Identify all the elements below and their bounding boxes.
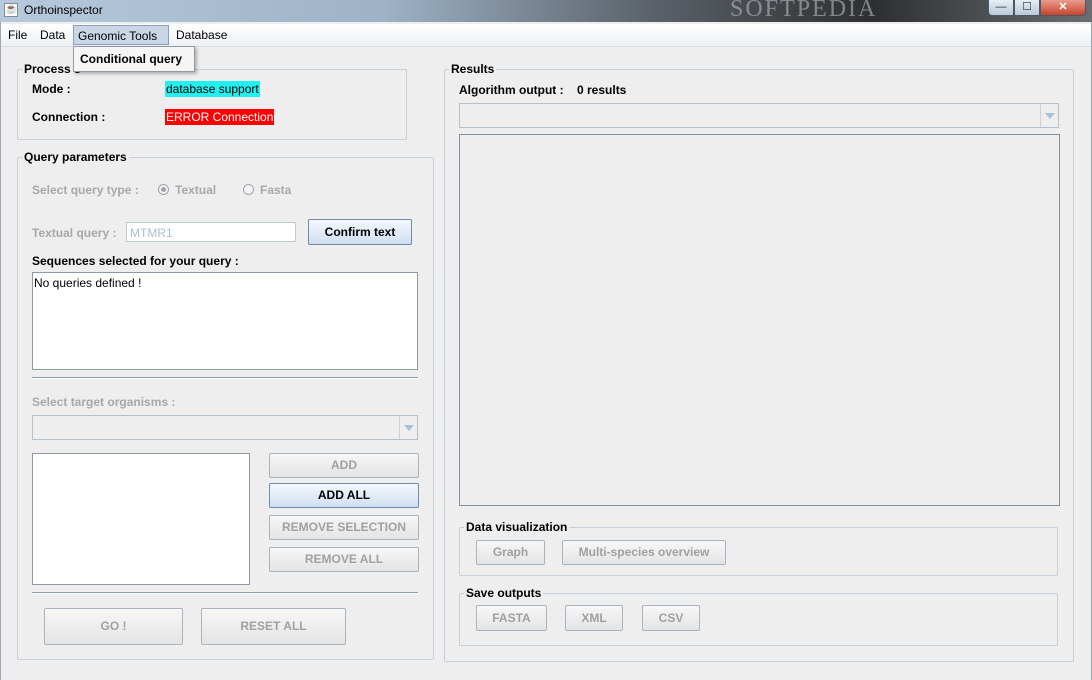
- results-legend: Results: [451, 62, 495, 76]
- connection-label: Connection :: [32, 110, 106, 124]
- confirm-text-button[interactable]: Confirm text: [308, 219, 412, 245]
- chevron-down-icon[interactable]: [399, 416, 417, 439]
- sequences-textarea[interactable]: No queries defined !: [32, 272, 418, 370]
- chevron-down-icon[interactable]: [1040, 104, 1058, 127]
- menu-file[interactable]: File: [4, 25, 31, 45]
- save-outputs-legend: Save outputs: [466, 586, 542, 600]
- add-all-button[interactable]: ADD ALL: [269, 483, 419, 508]
- target-organisms-label: Select target organisms :: [32, 395, 176, 409]
- go-button[interactable]: GO !: [44, 608, 183, 645]
- data-visualization-legend: Data visualization: [466, 520, 568, 534]
- algorithm-output-label: Algorithm output :: [459, 83, 564, 97]
- java-app-icon: ☕: [4, 3, 18, 17]
- textual-query-value: MTMR1: [130, 226, 173, 240]
- fasta-button[interactable]: FASTA: [476, 605, 547, 631]
- separator-2: [32, 592, 418, 594]
- textual-query-label: Textual query :: [32, 226, 117, 240]
- process-status-group: Process s: [17, 62, 407, 140]
- radio-textual[interactable]: [158, 184, 169, 195]
- minimize-button[interactable]: —: [988, 0, 1014, 16]
- window-title: Orthoinspector: [24, 3, 103, 17]
- multi-species-overview-button[interactable]: Multi-species overview: [562, 540, 726, 565]
- menu-item-conditional-query[interactable]: Conditional query: [80, 52, 182, 66]
- mode-label: Mode :: [32, 82, 71, 96]
- save-outputs-group: Save outputs: [459, 586, 1058, 646]
- menu-data[interactable]: Data: [36, 25, 69, 45]
- organisms-list[interactable]: [32, 453, 250, 585]
- algorithm-output-count: 0 results: [577, 83, 627, 97]
- menu-database[interactable]: Database: [172, 25, 231, 45]
- results-panel[interactable]: [459, 134, 1060, 506]
- data-visualization-group: Data visualization: [459, 520, 1058, 576]
- watermark: SOFTPEDIA: [730, 0, 878, 22]
- target-organisms-combo[interactable]: [32, 415, 418, 440]
- xml-button[interactable]: XML: [565, 605, 623, 631]
- menu-genomic-tools[interactable]: Genomic Tools: [73, 25, 169, 45]
- maximize-button[interactable]: ☐: [1014, 0, 1040, 16]
- algorithm-output-combo[interactable]: [459, 103, 1059, 128]
- csv-button[interactable]: CSV: [642, 605, 700, 631]
- remove-selection-button[interactable]: REMOVE SELECTION: [269, 515, 419, 540]
- connection-status: ERROR Connection: [165, 109, 275, 125]
- mode-value: database support: [165, 81, 260, 97]
- close-button[interactable]: ✕: [1040, 0, 1086, 16]
- query-legend: Query parameters: [24, 150, 127, 164]
- graph-button[interactable]: Graph: [476, 540, 545, 565]
- query-type-label: Select query type :: [32, 183, 139, 197]
- add-button[interactable]: ADD: [269, 453, 419, 478]
- sequences-text: No queries defined !: [34, 276, 142, 290]
- radio-textual-label: Textual: [175, 183, 217, 197]
- reset-all-button[interactable]: RESET ALL: [201, 608, 346, 645]
- title-bar: [0, 0, 1092, 22]
- textual-query-input[interactable]: MTMR1: [126, 222, 296, 242]
- genomic-tools-dropdown: Conditional query: [73, 46, 195, 72]
- separator-1: [32, 377, 418, 379]
- remove-all-button[interactable]: REMOVE ALL: [269, 547, 419, 572]
- radio-fasta-label: Fasta: [260, 183, 292, 197]
- sequences-label: Sequences selected for your query :: [32, 254, 239, 268]
- radio-fasta[interactable]: [243, 184, 254, 195]
